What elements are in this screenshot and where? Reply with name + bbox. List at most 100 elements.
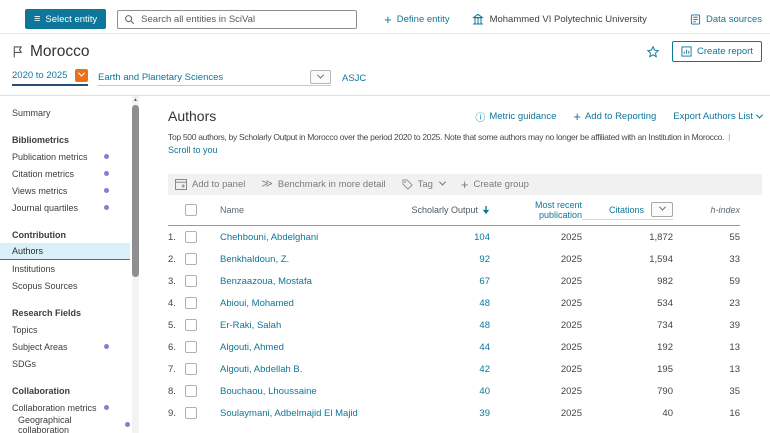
sidebar-item-subject-areas[interactable]: Subject Areas	[0, 338, 130, 355]
favorite-star-icon[interactable]	[646, 45, 660, 59]
scholarly-output-link[interactable]: 67	[406, 276, 490, 287]
define-entity-label: Define entity	[397, 14, 450, 25]
subject-area-chevron-button[interactable]	[310, 70, 331, 84]
top-bar: ≡ Select entity + Define entity Mohammed…	[0, 5, 770, 34]
table-row: 1. Chehbouni, Abdelghani 104 2025 1,872 …	[168, 226, 740, 248]
tag-dropdown-button[interactable]: Tag	[402, 179, 445, 190]
row-checkbox[interactable]	[185, 275, 197, 287]
row-checkbox[interactable]	[185, 341, 197, 353]
sidebar-section-contribution: Contribution	[0, 226, 130, 243]
export-authors-list-dropdown[interactable]: Export Authors List	[673, 111, 762, 122]
scholarly-output-link[interactable]: 40	[406, 386, 490, 397]
subject-area-dropdown[interactable]: Earth and Planetary Sciences	[98, 70, 331, 86]
data-sources-button[interactable]: Data sources	[690, 14, 762, 25]
benchmark-icon: ≫	[261, 179, 273, 190]
define-entity-button[interactable]: + Define entity	[384, 13, 449, 26]
sidebar-item-publication-metrics[interactable]: Publication metrics	[0, 148, 130, 165]
scholarly-output-link[interactable]: 92	[406, 254, 490, 265]
sidebar-item-journal-quartiles[interactable]: Journal quartiles	[0, 199, 130, 216]
row-checkbox[interactable]	[185, 231, 197, 243]
author-name-link[interactable]: Chehbouni, Abdelghani	[220, 232, 406, 243]
table-row: 4. Abioui, Mohamed 48 2025 534 23	[168, 292, 740, 314]
scholarly-output-link[interactable]: 48	[406, 320, 490, 331]
scholarly-output-link[interactable]: 39	[406, 408, 490, 419]
metric-dot	[104, 205, 109, 210]
scrollbar-thumb[interactable]	[132, 105, 139, 277]
row-checkbox[interactable]	[185, 319, 197, 331]
year-range-dropdown[interactable]: 2020 to 2025	[12, 69, 88, 86]
metric-dot	[104, 188, 109, 193]
year-range-chevron-button[interactable]	[75, 69, 88, 82]
chevron-down-icon	[317, 71, 324, 78]
sidebar-item-collaboration-metrics[interactable]: Collaboration metrics	[0, 399, 130, 416]
sidebar-scrollbar[interactable]: ▲	[132, 96, 139, 433]
authors-panel: Authors ⓘ Metric guidance + Add to Repor…	[145, 96, 770, 433]
sidebar-item-summary[interactable]: Summary	[0, 104, 130, 121]
add-to-panel-button[interactable]: Add to panel	[175, 179, 245, 190]
sort-desc-icon[interactable]	[482, 205, 490, 215]
column-header-most-recent-publication[interactable]: Most recent publication	[490, 200, 582, 220]
author-name-link[interactable]: Bouchaou, Lhoussaine	[220, 386, 406, 397]
chevron-down-icon	[78, 70, 85, 77]
author-name-link[interactable]: Benkhaldoun, Z.	[220, 254, 406, 265]
authors-description: Top 500 authors, by Scholarly Output in …	[168, 132, 762, 142]
sidebar-section-research-fields: Research Fields	[0, 304, 130, 321]
scholarly-output-link[interactable]: 44	[406, 342, 490, 353]
metric-dot	[104, 171, 109, 176]
citations-metric-dropdown[interactable]	[651, 202, 673, 217]
metric-guidance-link[interactable]: ⓘ Metric guidance	[475, 109, 556, 124]
scholarly-output-link[interactable]: 48	[406, 298, 490, 309]
entity-search-box[interactable]	[117, 10, 357, 29]
sidebar-item-scopus-sources[interactable]: Scopus Sources	[0, 277, 130, 294]
author-name-link[interactable]: Soulaymani, Adbelmajid El Majid	[220, 408, 406, 419]
flag-icon	[12, 45, 23, 58]
column-header-scholarly-output[interactable]: Scholarly Output	[406, 205, 490, 215]
column-header-name[interactable]: Name	[220, 205, 406, 215]
author-name-link[interactable]: Er-Raki, Salah	[220, 320, 406, 331]
row-checkbox[interactable]	[185, 253, 197, 265]
select-entity-button[interactable]: ≡ Select entity	[25, 9, 106, 29]
add-to-reporting-link[interactable]: + Add to Reporting	[573, 110, 656, 123]
chevron-down-icon	[658, 204, 665, 211]
author-name-link[interactable]: Algouti, Abdellah B.	[220, 364, 406, 375]
institution-menu[interactable]: Mohammed VI Polytechnic University	[472, 13, 647, 25]
select-all-checkbox[interactable]	[185, 204, 197, 216]
create-report-button[interactable]: Create report	[672, 41, 762, 62]
description-separator: |	[728, 132, 730, 142]
content-area: Summary Bibliometrics Publication metric…	[0, 96, 770, 433]
column-header-citations[interactable]: Citations	[582, 202, 673, 220]
sidebar-item-citation-metrics[interactable]: Citation metrics	[0, 165, 130, 182]
report-icon	[681, 46, 692, 57]
author-name-link[interactable]: Benzaazoua, Mostafa	[220, 276, 406, 287]
scival-app: SciVal ≡ Select entity + Define entity M…	[0, 0, 770, 433]
row-checkbox[interactable]	[185, 363, 197, 375]
author-name-link[interactable]: Abioui, Mohamed	[220, 298, 406, 309]
sidebar-item-topics[interactable]: Topics	[0, 321, 130, 338]
table-row: 7. Algouti, Abdellah B. 42 2025 195 13	[168, 358, 740, 380]
scroll-up-arrow-icon[interactable]: ▲	[132, 97, 139, 103]
plus-icon: +	[384, 13, 392, 26]
row-checkbox[interactable]	[185, 385, 197, 397]
sidebar-section-bibliometrics: Bibliometrics	[0, 131, 130, 148]
create-group-button[interactable]: + Create group	[461, 178, 529, 191]
data-sources-label: Data sources	[706, 14, 762, 25]
row-checkbox[interactable]	[185, 407, 197, 419]
search-input[interactable]	[141, 14, 350, 25]
sidebar-item-institutions[interactable]: Institutions	[0, 260, 130, 277]
column-header-h-index[interactable]: h-index	[673, 205, 740, 215]
sidebar-item-geographical-collaboration[interactable]: Geographical collaboration	[0, 416, 130, 433]
sidebar-item-views-metrics[interactable]: Views metrics	[0, 182, 130, 199]
info-icon: ⓘ	[475, 109, 485, 124]
scroll-to-you-link[interactable]: Scroll to you	[168, 145, 762, 155]
scholarly-output-link[interactable]: 42	[406, 364, 490, 375]
sidebar-item-authors[interactable]: Authors	[0, 243, 130, 260]
benchmark-button[interactable]: ≫ Benchmark in more detail	[261, 179, 385, 190]
row-checkbox[interactable]	[185, 297, 197, 309]
author-name-link[interactable]: Algouti, Ahmed	[220, 342, 406, 353]
scholarly-output-link[interactable]: 104	[406, 232, 490, 243]
select-entity-label: Select entity	[45, 14, 97, 25]
metric-dot	[104, 344, 109, 349]
sidebar-section-collaboration: Collaboration	[0, 382, 130, 399]
entity-header: Morocco Create report 2020 to 2025 Ear	[0, 34, 770, 96]
sidebar-item-sdgs[interactable]: SDGs	[0, 355, 130, 372]
